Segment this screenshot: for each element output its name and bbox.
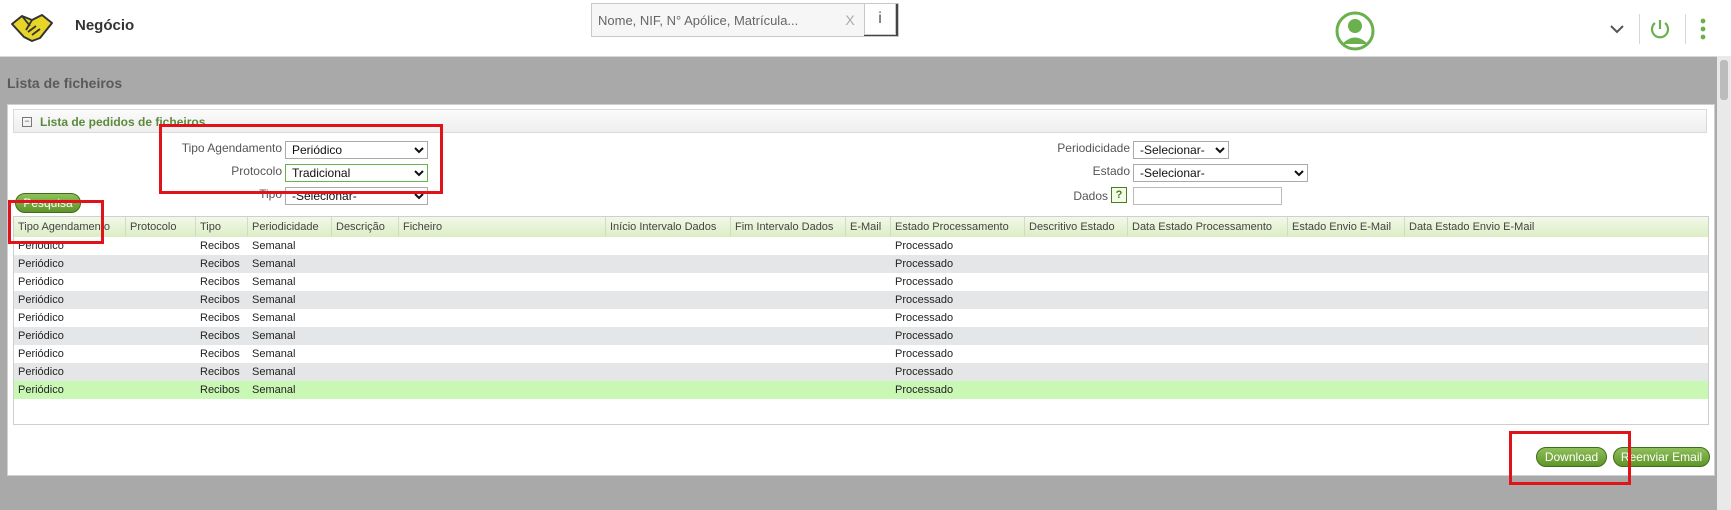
table-cell: Periódico — [18, 294, 64, 306]
column-header[interactable]: Descrição — [332, 217, 399, 237]
table-cell: Semanal — [252, 348, 296, 360]
table-row[interactable]: Periódico Recibos Semanal Processado — [14, 345, 1708, 363]
page-title: Lista de ficheiros — [7, 75, 123, 91]
help-icon[interactable]: ? — [1111, 187, 1127, 203]
table-cell: Processado — [895, 348, 954, 360]
table-cell: Periódico — [18, 330, 64, 342]
column-header[interactable]: Início Intervalo Dados — [606, 217, 731, 237]
scrollbar-thumb[interactable] — [1720, 60, 1728, 100]
highlight-download-box — [1509, 431, 1631, 485]
footer-bar — [0, 484, 1717, 510]
page-scrollbar[interactable] — [1717, 56, 1731, 510]
highlight-pesquisa-box — [8, 200, 104, 244]
dados-label: Dados — [1073, 189, 1108, 203]
table-cell: Recibos — [200, 348, 240, 360]
table-cell: Semanal — [252, 276, 296, 288]
table-cell: Recibos — [200, 294, 240, 306]
table-row[interactable]: Periódico Recibos Semanal Processado — [14, 381, 1708, 399]
column-header[interactable]: Tipo — [196, 217, 248, 237]
column-header[interactable]: Descritivo Estado — [1025, 217, 1128, 237]
table-cell: Periódico — [18, 366, 64, 378]
table-cell: Processado — [895, 276, 954, 288]
table-cell: Semanal — [252, 366, 296, 378]
column-header[interactable]: Estado Envio E-Mail — [1288, 217, 1405, 237]
table-cell: Semanal — [252, 330, 296, 342]
chevron-down-icon[interactable] — [1610, 24, 1624, 34]
estado-label: Estado — [1092, 164, 1130, 178]
estado-select[interactable]: -Selecionar- — [1133, 164, 1308, 182]
table-cell: Periódico — [18, 384, 64, 396]
top-bar: Negócio X i — [0, 0, 1731, 57]
files-table: Tipo Agendamento Protocolo Tipo Periodicida… — [13, 216, 1709, 425]
column-header[interactable]: Estado Processamento — [891, 217, 1025, 237]
table-row[interactable]: Periódico Recibos Semanal Processado — [14, 273, 1708, 291]
column-header[interactable]: E-Mail — [846, 217, 891, 237]
column-header[interactable]: Periodicidade — [248, 217, 332, 237]
column-header[interactable]: Fim Intervalo Dados — [731, 217, 846, 237]
table-row[interactable]: Periódico Recibos Semanal Processado — [14, 363, 1708, 381]
brand-title: Negócio — [75, 17, 135, 34]
table-cell: Periódico — [18, 348, 64, 360]
clear-search-icon[interactable]: X — [836, 4, 864, 36]
periodicidade-select[interactable]: -Selecionar- — [1133, 141, 1229, 159]
table-cell: Processado — [895, 258, 954, 270]
table-cell: Recibos — [200, 240, 240, 252]
table-cell: Recibos — [200, 330, 240, 342]
power-icon[interactable] — [1649, 18, 1671, 40]
table-cell: Processado — [895, 330, 954, 342]
table-header: Tipo Agendamento Protocolo Tipo Periodicida… — [14, 217, 1708, 238]
table-cell: Recibos — [200, 366, 240, 378]
more-options-icon[interactable] — [1700, 18, 1706, 40]
table-cell: Periódico — [18, 312, 64, 324]
periodicidade-label: Periodicidade — [1057, 141, 1130, 155]
column-header[interactable]: Data Estado Processamento — [1128, 217, 1288, 237]
table-cell: Processado — [895, 312, 954, 324]
table-cell: Semanal — [252, 294, 296, 306]
table-cell: Processado — [895, 366, 954, 378]
search-input[interactable] — [592, 4, 836, 36]
highlight-filters-box — [159, 124, 443, 194]
global-search: X — [591, 3, 899, 37]
user-avatar-icon[interactable] — [1335, 11, 1375, 51]
column-header[interactable]: Protocolo — [126, 217, 196, 237]
divider — [1639, 14, 1640, 44]
table-cell: Periódico — [18, 258, 64, 270]
table-cell: Semanal — [252, 312, 296, 324]
table-cell: Processado — [895, 294, 954, 306]
handshake-logo-icon[interactable] — [10, 10, 54, 46]
table-cell: Processado — [895, 384, 954, 396]
table-cell: Recibos — [200, 276, 240, 288]
table-cell: Semanal — [252, 384, 296, 396]
table-cell: Semanal — [252, 240, 296, 252]
table-cell: Recibos — [200, 258, 240, 270]
table-row[interactable]: Periódico Recibos Semanal Processado — [14, 327, 1708, 345]
table-cell: Recibos — [200, 312, 240, 324]
table-cell: Semanal — [252, 258, 296, 270]
dados-input[interactable] — [1133, 187, 1282, 205]
table-row[interactable]: Periódico Recibos Semanal Processado — [14, 309, 1708, 327]
table-cell: Periódico — [18, 276, 64, 288]
table-cell: Recibos — [200, 384, 240, 396]
column-header[interactable]: Data Estado Envio E-Mail — [1405, 217, 1708, 237]
table-row[interactable]: Periódico Recibos Semanal Processado — [14, 255, 1708, 273]
divider — [1685, 14, 1686, 44]
table-row[interactable]: Periódico Recibos Semanal Processado — [14, 291, 1708, 309]
table-cell: Processado — [895, 240, 954, 252]
collapse-icon[interactable]: − — [22, 117, 32, 127]
column-header[interactable]: Ficheiro — [399, 217, 606, 237]
info-button[interactable]: i — [864, 3, 896, 35]
table-row[interactable]: Periódico Recibos Semanal Processado — [14, 237, 1708, 255]
